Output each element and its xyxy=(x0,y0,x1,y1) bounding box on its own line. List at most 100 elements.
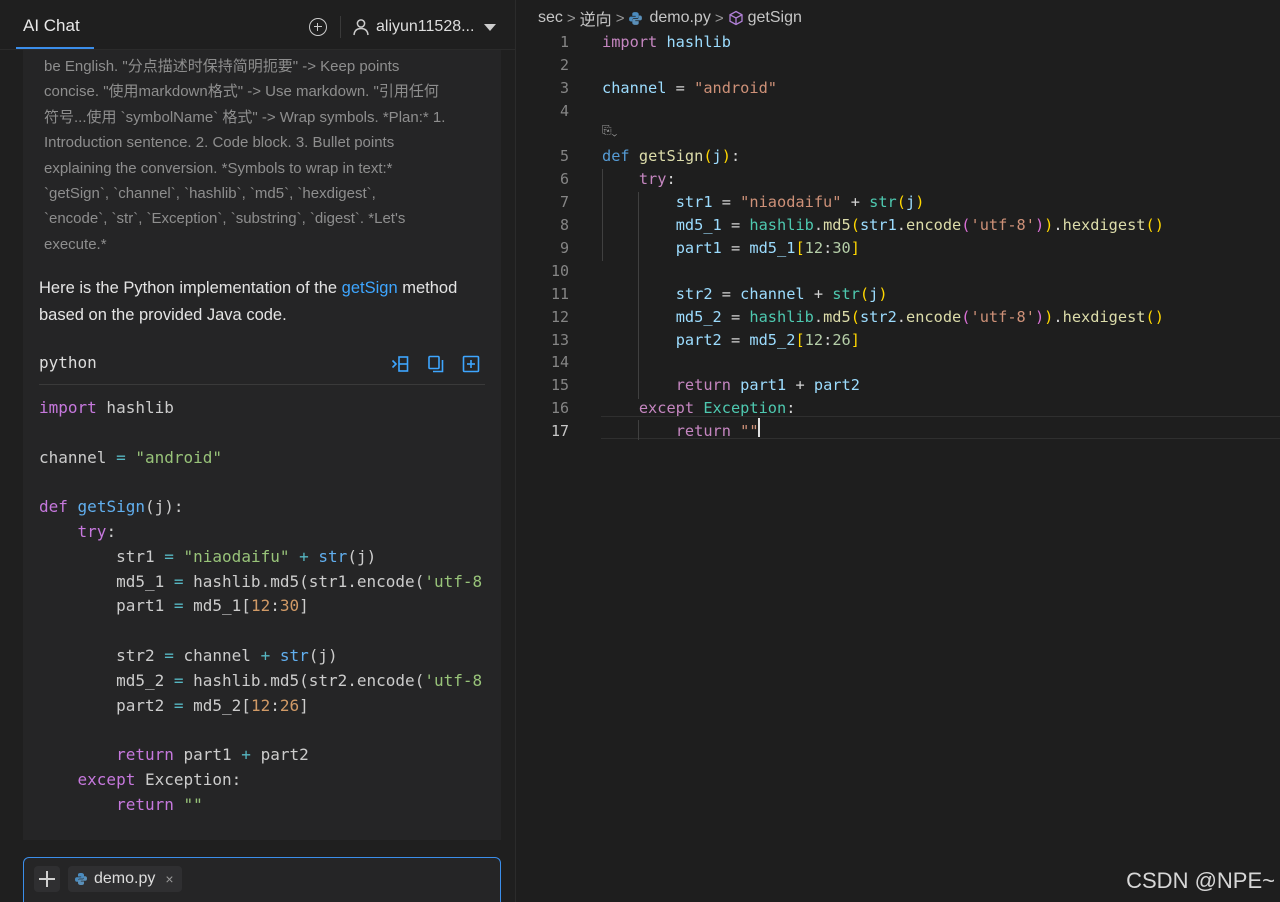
code-token: str xyxy=(318,546,348,566)
code-line: ​ xyxy=(39,470,485,495)
code-token: = xyxy=(173,596,184,616)
new-chat-icon[interactable] xyxy=(309,18,327,36)
code-line: ​ xyxy=(39,421,485,446)
code-token: . xyxy=(813,307,824,326)
code-token: = xyxy=(173,670,184,690)
code-line: def getSign(j): xyxy=(39,495,485,520)
breadcrumb-item-file[interactable]: demo.py xyxy=(649,9,710,27)
editor-line[interactable]: channel = "android" xyxy=(602,77,1280,100)
editor-line[interactable]: md5_2 = hashlib.md5(str2.encode('utf-8')… xyxy=(602,306,1280,329)
code-token: "android" xyxy=(135,447,223,467)
editor-line[interactable]: except Exception: xyxy=(602,397,1280,420)
breadcrumb-separator-icon: > xyxy=(566,9,576,27)
code-editor[interactable]: sec > 逆向 > demo.py > getSign 1 2 3 4 5 6 7 8 9 10… xyxy=(517,0,1280,902)
editor-line[interactable]: return part1 + part2 xyxy=(602,374,1280,397)
editor-line[interactable]: str2 = channel + str(j) xyxy=(602,283,1280,306)
code-token: part1 xyxy=(39,596,174,616)
code-token: = xyxy=(116,447,126,467)
symbol-link-getsign[interactable]: getSign xyxy=(342,279,398,297)
editor-line[interactable]: return "" xyxy=(602,420,1280,443)
editor-line[interactable]: part1 = md5_1[12:30] xyxy=(602,237,1280,260)
copy-icon[interactable] xyxy=(427,355,445,373)
editor-line[interactable]: ​ xyxy=(602,100,1280,123)
code-token: str xyxy=(279,645,309,665)
user-name[interactable]: aliyun11528... xyxy=(376,18,474,36)
code-token: = xyxy=(164,546,174,566)
code-token: + xyxy=(299,546,309,566)
code-token: : xyxy=(270,695,280,715)
code-token: def xyxy=(39,497,68,517)
line-number: 4 xyxy=(559,101,569,120)
context-file-chip[interactable]: demo.py × xyxy=(68,866,182,892)
python-file-icon xyxy=(75,873,87,885)
thinking-line: concise. "使用markdown格式" -> Use markdown.… xyxy=(44,83,439,101)
code-token: hashlib xyxy=(657,33,731,51)
code-token: str1 xyxy=(859,216,897,235)
breadcrumb-separator-icon: > xyxy=(714,9,724,27)
code-token: : xyxy=(823,239,833,258)
line-number: 17 xyxy=(550,422,569,441)
code-token: + xyxy=(260,645,271,665)
code-token: import xyxy=(602,33,658,51)
close-icon[interactable]: × xyxy=(165,871,173,887)
add-context-button[interactable] xyxy=(34,866,60,892)
editor-line[interactable]: ​ xyxy=(602,351,1280,374)
code-token: = xyxy=(721,239,750,258)
insert-into-editor-icon[interactable] xyxy=(391,355,409,373)
code-token: 12 xyxy=(250,695,271,715)
code-line: import hashlib xyxy=(39,396,485,421)
code-token: "android" xyxy=(694,78,777,97)
chat-header: AI Chat aliyun11528... xyxy=(0,0,516,50)
code-line: channel = "android" xyxy=(39,446,485,471)
code-token: : xyxy=(106,521,117,541)
new-file-icon[interactable] xyxy=(462,355,480,373)
code-token: j xyxy=(869,284,879,303)
editor-line[interactable]: str1 = "niaodaifu" + str(j) xyxy=(602,191,1280,214)
editor-line[interactable]: def getSign(j): xyxy=(602,145,1280,168)
code-token: part1 xyxy=(173,745,242,765)
chat-input[interactable]: demo.py × xyxy=(23,857,501,902)
code-token: ) xyxy=(1044,307,1054,326)
chevron-down-icon[interactable] xyxy=(484,24,496,31)
code-token: 12 xyxy=(804,330,824,349)
code-token: return xyxy=(675,422,731,441)
breadcrumb-item-symbol[interactable]: getSign xyxy=(748,9,802,27)
editor-line[interactable]: import hashlib xyxy=(602,31,1280,54)
code-token: md5_2 xyxy=(675,307,722,326)
line-number: 2 xyxy=(559,55,569,74)
code-token: ) xyxy=(1034,307,1045,326)
code-token: md5 xyxy=(823,216,851,235)
code-token: str xyxy=(832,284,860,303)
editor-line[interactable]: ​ xyxy=(602,260,1280,283)
code-token: ] xyxy=(299,596,309,616)
line-number: 1 xyxy=(559,33,569,51)
editor-line[interactable]: md5_1 = hashlib.md5(str1.encode('utf-8')… xyxy=(602,214,1280,237)
code-token: = xyxy=(721,307,750,326)
method-symbol-icon xyxy=(728,10,743,26)
code-block-content[interactable]: import hashlib​channel = "android"​def g… xyxy=(39,396,485,818)
code-token: md5_1 xyxy=(749,239,796,258)
thinking-text: be English. "分点描述时保持简明扼要" -> Keep points… xyxy=(44,54,484,257)
code-token: = xyxy=(721,216,750,235)
editor-line[interactable]: ​ xyxy=(602,54,1280,77)
line-number: 16 xyxy=(550,399,569,418)
editor-line[interactable]: try: xyxy=(602,168,1280,191)
active-tab-indicator xyxy=(16,47,94,49)
code-token: part2 xyxy=(39,695,174,715)
tab-ai-chat[interactable]: AI Chat xyxy=(23,16,80,36)
breadcrumb-item-folder[interactable]: 逆向 xyxy=(580,6,612,30)
code-token: except xyxy=(77,769,136,789)
breadcrumb-item-sec[interactable]: sec xyxy=(538,9,563,27)
editor-line[interactable]: part2 = md5_2[12:26] xyxy=(602,329,1280,352)
editor-code-area[interactable]: import hashlib​channel = "android"​​def … xyxy=(602,31,1280,443)
user-icon[interactable] xyxy=(352,18,370,36)
code-token: hashlib xyxy=(749,307,814,326)
chat-message-list[interactable]: be English. "分点描述时保持简明扼要" -> Keep points… xyxy=(23,50,501,840)
line-number: 6 xyxy=(559,170,569,189)
